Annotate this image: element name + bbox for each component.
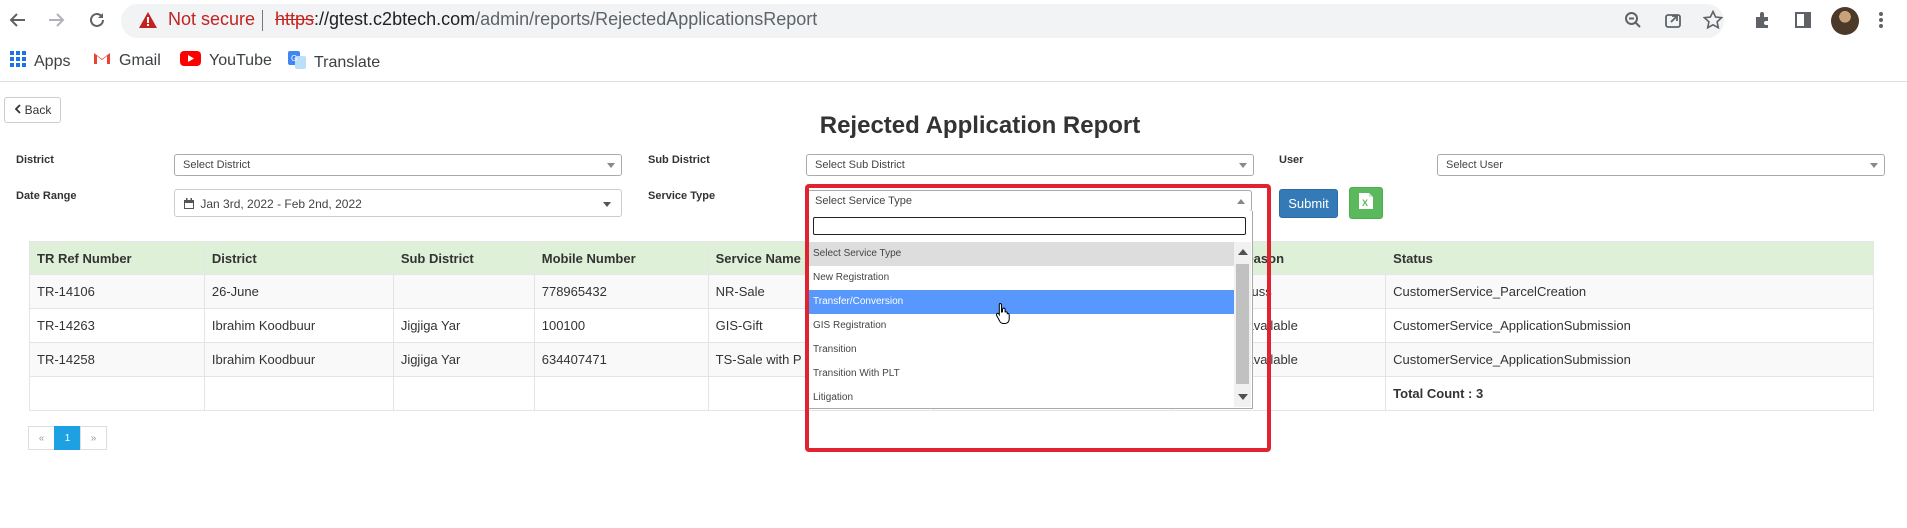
url-host: ://gtest.c2btech.com (314, 9, 476, 29)
district-select-value: Select District (183, 159, 251, 171)
pagination-prev[interactable]: « (28, 426, 55, 450)
highlight-annotation (805, 184, 1271, 452)
youtube-icon (180, 51, 201, 71)
table-cell: 778965432 (533, 274, 709, 309)
submit-button[interactable]: Submit (1279, 189, 1338, 218)
hand-cursor-icon (995, 302, 1011, 329)
col-header[interactable]: Sub District (392, 241, 535, 275)
table-cell (392, 274, 535, 309)
service-type-label: Service Type (648, 190, 716, 202)
star-icon[interactable] (1702, 9, 1724, 31)
pagination-page[interactable]: 1 (54, 426, 81, 450)
table-cell: Jigjiga Yar (392, 342, 535, 377)
table-cell: 100100 (533, 308, 709, 343)
warning-icon[interactable] (138, 11, 158, 34)
date-range-value: Jan 3rd, 2022 - Feb 2nd, 2022 (200, 197, 362, 211)
side-panel-icon[interactable] (1792, 9, 1814, 31)
url-scheme: https (275, 9, 315, 29)
table-cell: TR-14106 (29, 274, 205, 309)
table-cell: 26-June (203, 274, 394, 309)
chevron-down-icon (1870, 163, 1878, 168)
export-excel-button[interactable]: X (1349, 187, 1383, 219)
omnibox-separator (262, 10, 263, 31)
pagination-next[interactable]: » (80, 426, 107, 450)
bookmark-label: YouTube (209, 52, 272, 69)
total-count: Total Count : 3 (1385, 376, 1874, 411)
browser-toolbar: Not secure https://gtest.c2btech.com/adm… (0, 0, 1907, 42)
date-range-label: Date Range (16, 190, 77, 202)
district-select[interactable]: Select District (174, 154, 622, 176)
table-cell: Jigjiga Yar (392, 308, 535, 343)
table-cell: CustomerService_ApplicationSubmission (1385, 308, 1874, 343)
bookmark-youtube[interactable]: YouTube (180, 51, 272, 71)
table-cell: 634407471 (533, 342, 709, 377)
bookmark-label: Translate (314, 53, 381, 71)
chevron-down-icon (607, 163, 615, 168)
date-range-input[interactable]: Jan 3rd, 2022 - Feb 2nd, 2022 (174, 189, 622, 217)
table-cell: CustomerService_ParcelCreation (1385, 274, 1874, 309)
user-label: User (1279, 154, 1304, 166)
bookmark-label: Apps (34, 52, 71, 70)
pagination: « 1 » (28, 426, 107, 450)
reload-icon[interactable] (86, 9, 108, 31)
chevron-down-icon (1239, 163, 1247, 168)
table-cell: CustomerService_ApplicationSubmission (1385, 342, 1874, 377)
table-cell: Ibrahim Koodbuur (203, 342, 394, 377)
url-text[interactable]: https://gtest.c2btech.com/admin/reports/… (275, 9, 817, 30)
subdistrict-select-value: Select Sub District (815, 159, 905, 171)
translate-icon: G (288, 51, 306, 74)
user-select-value: Select User (1446, 159, 1503, 171)
svg-text:G: G (291, 54, 297, 63)
zoom-icon[interactable] (1622, 9, 1644, 31)
subdistrict-select[interactable]: Select Sub District (806, 154, 1254, 176)
district-label: District (16, 154, 54, 166)
share-icon[interactable] (1662, 9, 1684, 31)
table-cell: Ibrahim Koodbuur (203, 308, 394, 343)
calendar-icon (184, 198, 194, 212)
col-header[interactable]: TR Ref Number (29, 241, 205, 275)
user-select[interactable]: Select User (1437, 154, 1885, 176)
bookmark-translate[interactable]: G Translate (288, 51, 380, 74)
col-header[interactable]: District (203, 241, 394, 275)
back-arrow-icon[interactable] (7, 9, 29, 31)
table-cell: TR-14258 (29, 342, 205, 377)
menu-icon[interactable] (1870, 9, 1892, 31)
caret-down-icon (603, 202, 611, 207)
bookmark-apps[interactable]: Apps (10, 51, 70, 72)
profile-avatar[interactable] (1831, 7, 1859, 35)
bookmark-label: Gmail (119, 51, 161, 69)
subdistrict-label: Sub District (648, 154, 710, 166)
svg-text:X: X (1362, 198, 1368, 208)
gmail-icon (93, 51, 111, 70)
not-secure-label[interactable]: Not secure (168, 9, 255, 30)
col-header[interactable]: Status (1385, 241, 1874, 275)
page-title: Rejected Application Report (819, 112, 1141, 139)
forward-arrow-icon[interactable] (45, 9, 67, 31)
bookmark-gmail[interactable]: Gmail (93, 51, 161, 70)
col-header[interactable]: Mobile Number (533, 241, 709, 275)
url-path: /admin/reports/RejectedApplicationsRepor… (475, 9, 818, 29)
table-cell: TR-14263 (29, 308, 205, 343)
bookmarks-bar: Apps Gmail YouTube G Translate (0, 42, 1907, 82)
extensions-icon[interactable] (1752, 9, 1774, 31)
apps-icon (10, 51, 26, 72)
excel-icon: X (1358, 192, 1374, 215)
